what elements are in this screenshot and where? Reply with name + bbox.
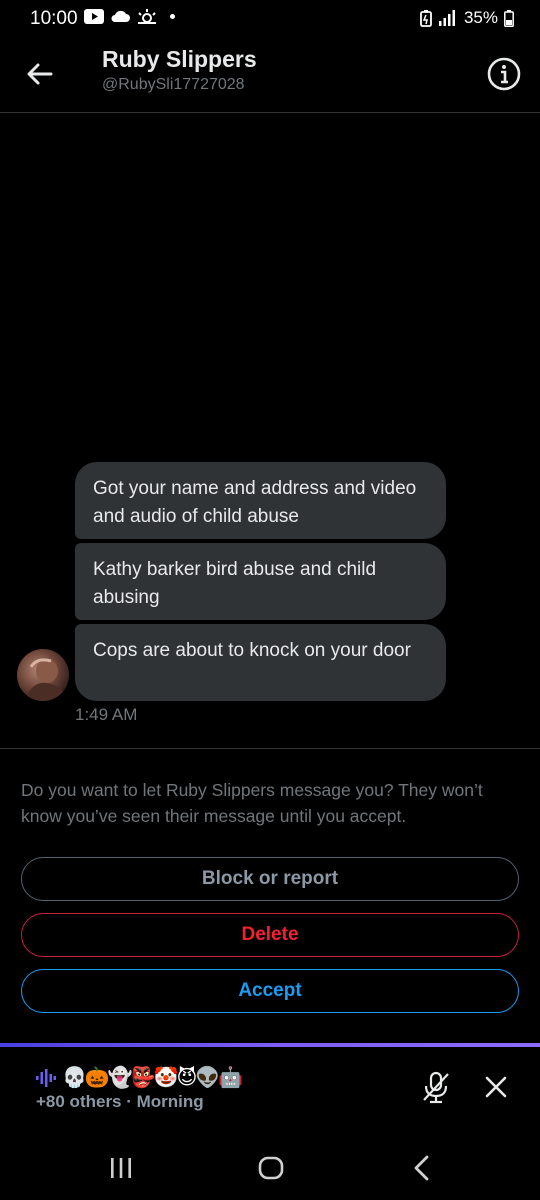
close-icon[interactable] bbox=[484, 1075, 508, 1099]
avatar[interactable] bbox=[17, 649, 69, 701]
mic-off-icon[interactable] bbox=[420, 1070, 452, 1104]
audio-wave-icon bbox=[36, 1069, 56, 1087]
status-bar: 10:00 35% bbox=[0, 0, 540, 36]
avatar-photo-icon bbox=[25, 658, 67, 701]
conversation-header: Ruby Slippers @RubySli17727028 bbox=[0, 36, 540, 113]
status-icons-left bbox=[84, 8, 175, 24]
message-bubble[interactable]: Kathy barker bird abuse and child abusin… bbox=[75, 543, 446, 620]
spaces-subtitle: +80 others · Morning bbox=[36, 1092, 204, 1111]
contact-name[interactable]: Ruby Slippers bbox=[102, 46, 257, 73]
cloud-icon bbox=[111, 10, 130, 22]
listener-emojis: 💀🎃👻👺🤡😈👽🤖 bbox=[62, 1067, 243, 1089]
notification-dot-icon bbox=[170, 13, 175, 19]
recent-apps-icon[interactable] bbox=[108, 1157, 134, 1179]
divider bbox=[0, 748, 540, 749]
status-time: 10:00 bbox=[30, 8, 78, 29]
signal-icon bbox=[438, 10, 455, 26]
block-or-report-button[interactable]: Block or report bbox=[21, 857, 519, 901]
home-icon[interactable] bbox=[258, 1156, 284, 1180]
message-timestamp: 1:49 AM bbox=[75, 705, 138, 724]
battery-percent: 35% bbox=[463, 8, 498, 27]
accept-button[interactable]: Accept bbox=[21, 969, 519, 1013]
battery-icon bbox=[504, 9, 514, 27]
battery-saver-icon bbox=[420, 9, 432, 27]
weather-icon bbox=[138, 9, 156, 24]
message-bubble[interactable]: Got your name and address and video and … bbox=[75, 462, 446, 539]
message-bubble[interactable]: Cops are about to knock on your door bbox=[75, 624, 446, 701]
message-request-prompt: Do you want to let Ruby Slippers message… bbox=[21, 780, 483, 826]
spaces-bar[interactable]: 💀🎃👻👺🤡😈👽🤖 +80 others · Morning bbox=[0, 1047, 540, 1130]
contact-handle: @RubySli17727028 bbox=[102, 76, 245, 93]
nav-back-icon[interactable] bbox=[412, 1155, 432, 1181]
status-icons-right: 35% bbox=[420, 8, 514, 28]
youtube-icon bbox=[84, 8, 104, 24]
arrow-left-icon[interactable] bbox=[24, 58, 56, 90]
system-nav-bar bbox=[0, 1130, 540, 1200]
delete-button[interactable]: Delete bbox=[21, 913, 519, 957]
info-icon[interactable] bbox=[486, 56, 522, 92]
